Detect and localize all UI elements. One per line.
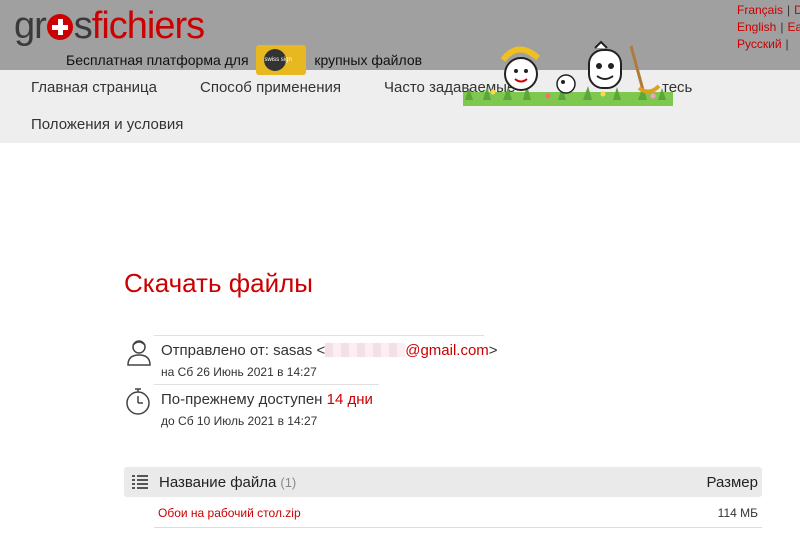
page-title: Скачать файлы — [124, 268, 313, 298]
nav-terms-link[interactable]: Положения и условия — [31, 116, 183, 133]
column-header-filename: Название файла (1) — [159, 474, 296, 491]
badge-text: swiss sign — [264, 49, 292, 71]
sender-name: sasas — [273, 342, 313, 359]
expiry-prefix: до — [161, 414, 175, 428]
lang-other-link[interactable]: Ea — [787, 20, 800, 34]
sent-date: Сб 26 Июнь 2021 в 14:27 — [177, 365, 317, 379]
lang-separator: | — [785, 37, 789, 51]
site-logo[interactable]: gr sfichiers — [14, 5, 205, 47]
lang-row-2: English | Ea — [737, 19, 800, 36]
sent-prefix: на — [161, 365, 175, 379]
sender-line: Отправлено от: sasas < @gmail.com> — [161, 342, 498, 359]
file-count: (1) — [280, 475, 297, 490]
divider — [154, 335, 484, 336]
nav-home-link[interactable]: Главная страница — [31, 79, 157, 96]
lang-english-link[interactable]: English — [737, 20, 776, 34]
lang-german-link[interactable]: D — [794, 3, 800, 17]
logo-text-fichiers: fichiers — [91, 5, 205, 47]
expiry-date-line: до Сб 10 Июль 2021 в 14:27 — [161, 414, 317, 428]
lang-row-3: Русский | — [737, 36, 800, 53]
list-icon — [132, 475, 148, 489]
user-icon — [127, 340, 151, 366]
availability-days: 14 дни — [326, 391, 373, 408]
lang-russian-link[interactable]: Русский — [737, 37, 782, 51]
filename-header-label: Название файла — [159, 474, 277, 491]
table-row: Обои на рабочий стол.zip 114 МБ — [154, 497, 762, 528]
top-bar: gr sfichiers Бесплатная платформа для swi… — [0, 0, 800, 75]
logo-text-gr: gr — [14, 5, 47, 47]
lang-row-1: Français | D — [737, 2, 800, 19]
sent-date-line: на Сб 26 Июнь 2021 в 14:27 — [161, 365, 317, 379]
mascots-illustration — [463, 40, 673, 106]
sender-label: Отправлено от: — [161, 342, 269, 359]
swiss-cross-icon — [46, 14, 73, 40]
redacted-email-user — [325, 343, 406, 357]
divider — [154, 384, 379, 385]
email-bracket-open: < — [316, 342, 326, 359]
file-download-link[interactable]: Обои на рабочий стол.zip — [158, 506, 301, 520]
sender-email-link[interactable]: @gmail.com — [405, 342, 489, 359]
clock-icon — [126, 388, 150, 415]
column-header-size: Размер — [706, 474, 758, 491]
lang-french-link[interactable]: Français — [737, 3, 783, 17]
swiss-sign-badge-icon: swiss sign — [256, 45, 307, 75]
availability-label: По-прежнему доступен — [161, 391, 323, 408]
logo-text-s: s — [73, 5, 93, 47]
lang-separator: | — [787, 3, 791, 17]
nav-usage-link[interactable]: Способ применения — [200, 79, 341, 96]
file-size: 114 МБ — [717, 506, 758, 520]
lang-separator: | — [780, 20, 784, 34]
tagline: Бесплатная платформа для swiss sign круп… — [66, 45, 422, 75]
expiry-date: Сб 10 Июль 2021 в 14:27 — [178, 414, 318, 428]
tagline-end: крупных файлов — [314, 52, 423, 68]
availability-line: По-прежнему доступен 14 дни — [161, 391, 373, 408]
language-selector: Français | D English | Ea Русский | — [737, 2, 800, 53]
tagline-start: Бесплатная платформа для — [66, 52, 249, 68]
files-table-header: Название файла (1) Размер — [124, 467, 762, 497]
email-bracket-close: > — [488, 342, 498, 359]
site-header: gr sfichiers Бесплатная платформа для swi… — [0, 0, 800, 143]
